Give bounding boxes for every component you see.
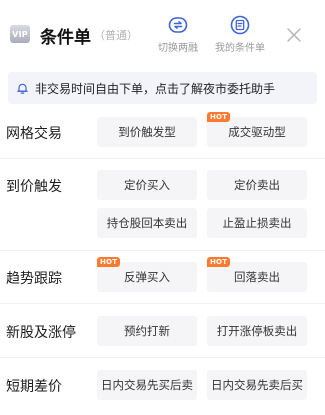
row-label-price-trigger: 到价触发 [6,179,62,195]
hot-badge: HOT [207,112,231,122]
switch-margin-button[interactable]: 切换两融 [148,15,208,54]
ipo-subscribe-button[interactable]: 预约打新 [97,316,197,346]
header: VIP 条件单 （普通） 切换两融 我的条件单 [0,0,325,65]
notice-text: 非交易时间自由下单，点击了解夜市委托助手 [35,81,276,96]
button-label: 到价触发型 [118,125,176,139]
my-orders-button[interactable]: 我的条件单 [210,15,270,54]
row-label-grid-trading: 网格交易 [6,126,62,142]
limit-up-open-sell-button[interactable]: 打开涨停板卖出 [207,316,307,346]
page-subtitle: （普通） [94,29,138,42]
divider [0,250,325,251]
intraday-sell-then-buy-button[interactable]: 日内交易先卖后买 [207,370,307,400]
button-label: 止盈止损卖出 [222,216,292,230]
my-orders-icon [230,15,250,35]
rebound-buy-button[interactable]: HOT 反弹买入 [97,257,197,292]
bell-icon [17,83,28,94]
take-profit-stop-loss-button[interactable]: 止盈止损卖出 [207,208,307,238]
hot-badge: HOT [207,257,231,267]
breakeven-sell-button[interactable]: 持仓股回本卖出 [97,208,197,238]
button-label: 回落卖出 [234,270,280,284]
fixed-price-buy-button[interactable]: 定价买入 [97,170,197,200]
divider [0,357,325,358]
button-label: 定价卖出 [234,178,280,192]
page-title: 条件单 [40,28,91,48]
close-icon[interactable] [286,27,302,43]
button-label: 成交驱动型 [228,125,286,139]
button-label: 日内交易先买后卖 [101,378,193,392]
button-label: 预约打新 [124,324,170,338]
switch-icon [168,17,188,33]
night-market-notice[interactable]: 非交易时间自由下单，点击了解夜市委托助手 [8,72,317,104]
row-label-ipo-limit-up: 新股及涨停 [6,325,76,341]
vip-badge-icon: VIP [10,25,30,43]
condition-order-panel: VIP 条件单 （普通） 切换两融 我的条件单 非交易时间自由下单，点击了解夜市… [0,0,325,415]
my-orders-label: 我的条件单 [215,43,265,54]
button-label: 定价买入 [124,178,170,192]
grid-price-trigger-button[interactable]: 到价触发型 [97,117,197,147]
fixed-price-sell-button[interactable]: 定价卖出 [207,170,307,200]
grid-trade-driven-button[interactable]: HOT 成交驱动型 [207,112,307,147]
divider [0,158,325,159]
button-label: 持仓股回本卖出 [106,216,188,230]
pullback-sell-button[interactable]: HOT 回落卖出 [207,257,307,292]
row-label-trend-tracking: 趋势跟踪 [6,271,62,287]
intraday-buy-then-sell-button[interactable]: 日内交易先买后卖 [97,370,197,400]
switch-margin-label: 切换两融 [158,43,198,54]
button-label: 日内交易先卖后买 [211,378,303,392]
button-label: 打开涨停板卖出 [216,324,298,338]
divider [0,303,325,304]
button-label: 反弹买入 [124,270,170,284]
row-label-short-term-spread: 短期差价 [6,379,62,395]
hot-badge: HOT [97,257,121,267]
